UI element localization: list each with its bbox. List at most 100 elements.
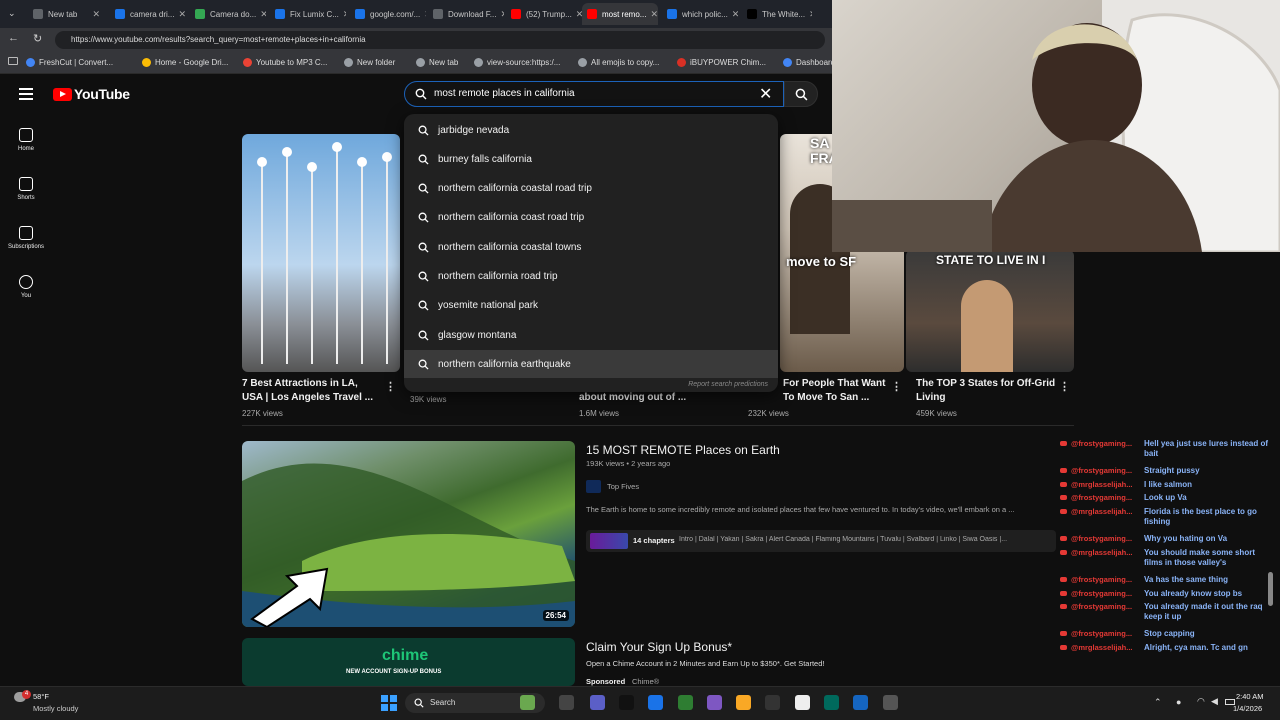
clock-date[interactable]: 1/4/2026 bbox=[1233, 704, 1262, 713]
clock-time[interactable]: 2:40 AM bbox=[1236, 692, 1264, 701]
youtube-logo-text[interactable]: YouTube bbox=[74, 86, 130, 102]
short-title[interactable]: 7 Best Attractions in LA, USA | Los Ange… bbox=[242, 377, 378, 405]
document-icon[interactable] bbox=[795, 695, 810, 710]
chat-username[interactable]: @frostygaming... bbox=[1071, 589, 1144, 599]
browser-tab[interactable]: The White...✕ bbox=[742, 3, 812, 25]
close-tab-icon[interactable]: ✕ bbox=[256, 9, 266, 20]
chat-username[interactable]: @frostygaming... bbox=[1071, 575, 1144, 585]
close-tab-icon[interactable]: ✕ bbox=[420, 9, 426, 20]
menu-icon[interactable] bbox=[19, 88, 33, 100]
bookmark-item[interactable]: iBUYPOWER Chim... bbox=[677, 58, 766, 67]
video-thumbnail[interactable]: 26:54 bbox=[242, 441, 575, 627]
tray-chevron-icon[interactable]: ⌃ bbox=[1154, 697, 1162, 708]
browser-tab[interactable]: Fix Lumix C...✕ bbox=[270, 3, 346, 25]
widgets-icon[interactable] bbox=[520, 695, 535, 710]
browser-tab[interactable]: (52) Trump... ✕ bbox=[506, 3, 582, 25]
search-suggestion[interactable]: northern california earthquake bbox=[404, 350, 778, 379]
folder-icon[interactable] bbox=[736, 695, 751, 710]
search-suggestion[interactable]: northern california coastal road trip bbox=[418, 175, 774, 203]
apps-icon[interactable] bbox=[8, 57, 18, 65]
windows-start-icon[interactable] bbox=[381, 695, 397, 711]
chat-username[interactable]: @frostygaming... bbox=[1071, 466, 1144, 476]
teams-icon[interactable] bbox=[590, 695, 605, 710]
task-view-icon[interactable] bbox=[559, 695, 574, 710]
app-icon[interactable] bbox=[883, 695, 898, 710]
bookmark-item[interactable]: view-source:https:/... bbox=[474, 58, 560, 67]
channel-avatar[interactable] bbox=[586, 480, 601, 493]
chat-username[interactable]: @mrglasselijah... bbox=[1071, 480, 1144, 490]
close-tab-icon[interactable]: ✕ bbox=[572, 9, 582, 20]
search-suggestion[interactable]: jarbidge nevada bbox=[418, 116, 774, 144]
browser-tab[interactable]: Download F...✕ bbox=[428, 3, 504, 25]
close-tab-icon[interactable]: ✕ bbox=[646, 9, 658, 20]
chrome-icon[interactable] bbox=[765, 695, 780, 710]
wifi-icon[interactable]: ◠ bbox=[1197, 696, 1205, 707]
app-icon[interactable] bbox=[707, 695, 722, 710]
chat-username[interactable]: @frostygaming... bbox=[1071, 602, 1144, 612]
browser-tab[interactable]: New tab ✕ bbox=[28, 3, 104, 25]
chat-username[interactable]: @mrglasselijah... bbox=[1071, 507, 1144, 517]
tab-search-icon[interactable]: ⌄ bbox=[8, 8, 16, 19]
more-options-icon[interactable]: ⋮ bbox=[385, 380, 396, 393]
search-input[interactable]: most remote places in california bbox=[434, 88, 575, 99]
close-tab-icon[interactable]: ✕ bbox=[728, 9, 738, 20]
chapters-bar[interactable]: 14 chapters Intro | Dalal | Yakan | Sakr… bbox=[586, 530, 1056, 552]
bookmark-item[interactable]: New folder bbox=[344, 58, 395, 67]
browser-tab[interactable]: camera dri... ✕ bbox=[110, 3, 186, 25]
sidebar-item-shorts[interactable]: Shorts bbox=[0, 177, 52, 201]
reload-icon[interactable]: ↻ bbox=[33, 32, 42, 45]
search-box[interactable]: most remote places in california ✕ bbox=[404, 81, 784, 107]
short-thumbnail[interactable] bbox=[242, 134, 400, 372]
more-options-icon[interactable]: ⋮ bbox=[891, 380, 902, 393]
channel-name[interactable]: Top Fives bbox=[607, 482, 639, 491]
bookmark-item[interactable]: New tab bbox=[416, 58, 458, 67]
chat-username[interactable]: @frostygaming... bbox=[1071, 534, 1144, 544]
advertiser-name[interactable]: Chime® bbox=[632, 677, 659, 686]
sidebar-item-home[interactable]: Home bbox=[0, 128, 52, 152]
tiktok-icon[interactable] bbox=[619, 695, 634, 710]
browser-tab[interactable]: google.com/...✕ bbox=[350, 3, 426, 25]
short-title[interactable]: about moving out of ... bbox=[579, 391, 729, 405]
volume-icon[interactable]: ◀ bbox=[1211, 696, 1218, 707]
chat-scrollbar[interactable] bbox=[1268, 572, 1273, 606]
back-icon[interactable]: ← bbox=[8, 32, 19, 44]
bookmark-item[interactable]: Youtube to MP3 C... bbox=[243, 58, 327, 67]
weather-temp[interactable]: 58°F bbox=[33, 692, 49, 701]
sidebar-item-you[interactable]: You bbox=[0, 275, 52, 299]
ad-title[interactable]: Claim Your Sign Up Bonus* bbox=[586, 640, 732, 654]
chat-username[interactable]: @frostygaming... bbox=[1071, 629, 1144, 639]
video-title[interactable]: 15 MOST REMOTE Places on Earth bbox=[586, 443, 780, 457]
chat-username[interactable]: @frostygaming... bbox=[1071, 493, 1144, 503]
calculator-icon[interactable] bbox=[853, 695, 868, 710]
close-tab-icon[interactable]: ✕ bbox=[174, 9, 186, 20]
search-button[interactable] bbox=[784, 81, 818, 107]
short-thumbnail[interactable]: STATE TO LIVE IN I bbox=[906, 250, 1074, 372]
chat-username[interactable]: @frostygaming... bbox=[1071, 439, 1144, 449]
search-suggestion[interactable]: northern california road trip bbox=[418, 263, 774, 291]
app-icon[interactable] bbox=[824, 695, 839, 710]
close-tab-icon[interactable]: ✕ bbox=[496, 9, 504, 20]
microphone-icon[interactable]: ● bbox=[1176, 697, 1181, 707]
sidebar-item-subscriptions[interactable]: Subscriptions bbox=[0, 226, 52, 250]
short-title[interactable]: For People That Want To Move To San ... bbox=[783, 377, 893, 405]
search-suggestion[interactable]: glasgow montana bbox=[418, 321, 774, 349]
chat-username[interactable]: @mrglasselijah... bbox=[1071, 548, 1144, 558]
bookmark-item[interactable]: FreshCut | Convert... bbox=[26, 58, 113, 67]
chat-username[interactable]: @mrglasselijah... bbox=[1071, 643, 1144, 653]
browser-tab[interactable]: Camera do... ✕ bbox=[190, 3, 266, 25]
url-field[interactable]: https://www.youtube.com/results?search_q… bbox=[55, 31, 825, 49]
report-predictions-link[interactable]: Report search predictions bbox=[688, 381, 768, 388]
excel-icon[interactable] bbox=[678, 695, 693, 710]
bookmark-item[interactable]: Dashboard bbox=[783, 58, 835, 67]
search-suggestion[interactable]: northern california coast road trip bbox=[418, 204, 774, 232]
browser-tab[interactable]: most remo... ✕ bbox=[582, 3, 658, 25]
browser-tab[interactable]: which polic... ✕ bbox=[662, 3, 738, 25]
short-title[interactable]: The TOP 3 States for Off-Grid Living bbox=[916, 377, 1056, 405]
bookmark-item[interactable]: All emojis to copy... bbox=[578, 58, 659, 67]
edge-icon[interactable] bbox=[648, 695, 663, 710]
ad-thumbnail[interactable]: chime NEW ACCOUNT SIGN-UP BONUS bbox=[242, 638, 575, 686]
bookmark-item[interactable]: Home - Google Dri... bbox=[142, 58, 228, 67]
close-tab-icon[interactable]: ✕ bbox=[339, 9, 346, 20]
search-suggestion[interactable]: yosemite national park bbox=[418, 292, 774, 320]
clear-search-icon[interactable]: ✕ bbox=[759, 84, 772, 104]
